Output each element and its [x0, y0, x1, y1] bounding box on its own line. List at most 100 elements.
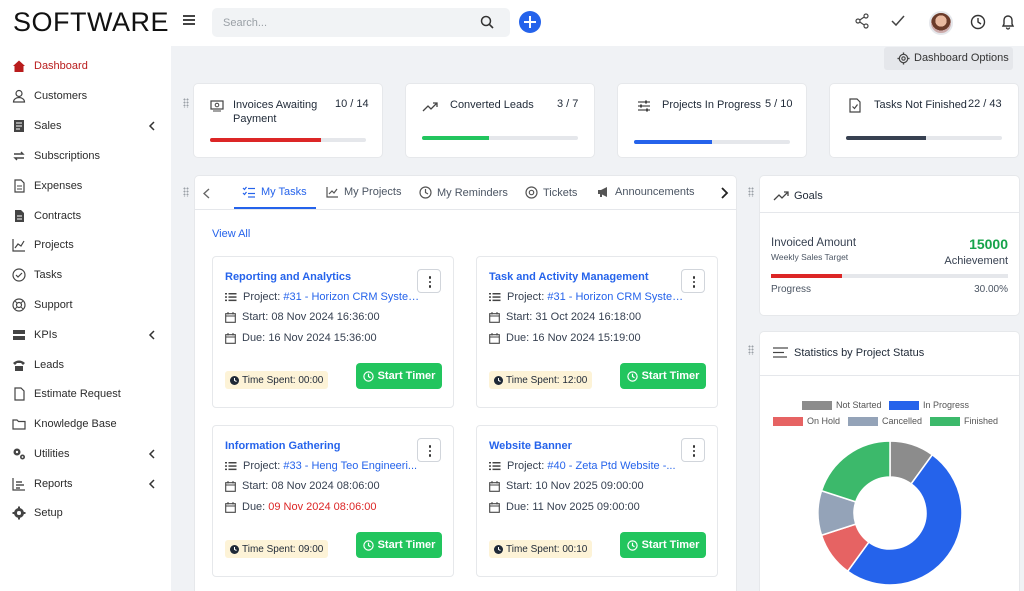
- drag-handle-icon[interactable]: [183, 187, 189, 197]
- clock-icon: [362, 539, 374, 551]
- checkmark-icon[interactable]: [891, 15, 905, 27]
- view-all-link[interactable]: View All: [212, 228, 250, 240]
- start-timer-button[interactable]: Start Timer: [356, 532, 442, 558]
- task-project-link[interactable]: #31 - Horizon CRM System...: [283, 291, 425, 303]
- task-project-link[interactable]: #40 - Zeta Ptd Website -...: [547, 460, 675, 472]
- menu-toggle-icon[interactable]: [183, 15, 195, 25]
- panel-tabs: My Tasks My Projects My Reminders Ticket…: [195, 176, 736, 210]
- sidebar-item-kpis[interactable]: KPIs: [0, 322, 171, 348]
- sidebar-item-knowledge-base[interactable]: Knowledge Base: [0, 411, 171, 437]
- tab-my-reminders[interactable]: My Reminders: [419, 186, 508, 199]
- task-start-row: Start: 31 Oct 2024 16:18:00: [489, 311, 689, 323]
- app-logo[interactable]: SOFTWARE: [13, 7, 169, 38]
- trending-up-icon: [422, 102, 438, 112]
- top-bar: SOFTWARE: [0, 0, 1024, 46]
- task-start-row: Start: 10 Nov 2025 09:00:00: [489, 480, 689, 492]
- share-icon[interactable]: [855, 13, 869, 29]
- goal-progress-fill: [771, 274, 843, 278]
- bell-icon[interactable]: [1001, 14, 1015, 30]
- align-left-icon: [773, 347, 788, 358]
- sidebar-item-utilities[interactable]: Utilities: [0, 441, 171, 467]
- more-options-button[interactable]: [417, 438, 441, 462]
- search-input[interactable]: [212, 8, 472, 37]
- more-options-button[interactable]: [681, 438, 705, 462]
- clock-icon[interactable]: [970, 14, 986, 30]
- checklist-icon: [242, 186, 255, 198]
- chevron-left-icon: [148, 449, 155, 459]
- chevron-right-icon[interactable]: [721, 187, 729, 199]
- kpi-card-tasks-not-finished: Tasks Not Finished 22 / 43: [830, 84, 1018, 157]
- goal-value: 15000: [969, 236, 1008, 252]
- tab-tickets[interactable]: Tickets: [525, 186, 577, 199]
- task-start-row: Start: 08 Nov 2024 16:36:00: [225, 311, 425, 323]
- more-options-button[interactable]: [417, 269, 441, 293]
- sidebar-item-leads[interactable]: Leads: [0, 352, 171, 378]
- kpi-card-invoices: Invoices Awaiting Payment 10 / 14: [194, 84, 382, 157]
- task-due-row: Due: 09 Nov 2024 08:06:00: [225, 501, 425, 513]
- sidebar-item-subscriptions[interactable]: Subscriptions: [0, 143, 171, 169]
- sidebar-item-expenses[interactable]: Expenses: [0, 173, 171, 199]
- kpi-card-projects-in-progress: Projects In Progress 5 / 10: [618, 84, 806, 157]
- sidebar-item-estimate-request[interactable]: Estimate Request: [0, 381, 171, 407]
- kpi-progress-bar: [210, 138, 366, 142]
- legend-item[interactable]: In Progress: [889, 400, 969, 410]
- task-start-row: Start: 08 Nov 2024 08:06:00: [225, 480, 425, 492]
- sidebar-item-support[interactable]: Support: [0, 292, 171, 318]
- start-timer-button[interactable]: Start Timer: [620, 363, 706, 389]
- legend-item[interactable]: Finished: [930, 416, 998, 426]
- add-new-button[interactable]: [519, 11, 541, 33]
- task-project-link[interactable]: #33 - Heng Teo Engineeri...: [283, 460, 417, 472]
- sidebar-item-setup[interactable]: Setup: [0, 500, 171, 526]
- tab-my-projects[interactable]: My Projects: [326, 186, 401, 198]
- task-card: Website Banner Project: #40 - Zeta Ptd W…: [476, 425, 718, 577]
- tab-my-tasks[interactable]: My Tasks: [242, 186, 307, 198]
- lifebuoy-icon: [12, 298, 26, 312]
- drag-handle-icon[interactable]: [183, 98, 189, 108]
- chart-icon: [12, 239, 25, 252]
- sidebar-item-tasks[interactable]: Tasks: [0, 262, 171, 288]
- drag-handle-icon[interactable]: [748, 187, 754, 197]
- clock-icon: [494, 375, 503, 385]
- time-spent-badge: Time Spent: 12:00: [489, 371, 593, 389]
- project-status-donut-chart: [817, 440, 963, 586]
- task-title[interactable]: Website Banner: [489, 440, 572, 452]
- task-project-link[interactable]: #31 - Horizon CRM System...: [547, 291, 689, 303]
- report-icon: [12, 478, 25, 491]
- gears-icon: [13, 448, 25, 460]
- start-timer-button[interactable]: Start Timer: [356, 363, 442, 389]
- dashboard-options-button[interactable]: Dashboard Options: [884, 47, 1013, 70]
- sidebar-item-sales[interactable]: Sales: [0, 113, 171, 139]
- sidebar-item-projects[interactable]: Projects: [0, 232, 171, 258]
- tab-announcements[interactable]: Announcements: [597, 186, 695, 198]
- legend-swatch: [773, 416, 803, 426]
- chart-icon: [326, 187, 338, 198]
- kpi-card-converted-leads: Converted Leads 3 / 7: [406, 84, 594, 157]
- search-icon[interactable]: [480, 15, 494, 29]
- donut-slice-finished[interactable]: [820, 440, 891, 503]
- clock-icon: [230, 375, 239, 385]
- calendar-icon: [489, 501, 500, 513]
- more-options-button[interactable]: [681, 269, 705, 293]
- legend-item[interactable]: Cancelled: [848, 416, 922, 426]
- sidebar-item-contracts[interactable]: Contracts: [0, 203, 171, 229]
- avatar[interactable]: [929, 11, 953, 35]
- megaphone-icon: [598, 187, 607, 197]
- check-circle-icon: [12, 268, 26, 282]
- user-icon: [12, 89, 26, 103]
- legend-item[interactable]: Not Started: [802, 400, 882, 410]
- sidebar-item-reports[interactable]: Reports: [0, 471, 171, 497]
- clock-icon: [362, 370, 374, 382]
- task-title[interactable]: Information Gathering: [225, 440, 341, 452]
- task-title[interactable]: Task and Activity Management: [489, 271, 649, 283]
- start-timer-button[interactable]: Start Timer: [620, 532, 706, 558]
- goals-title: Goals: [794, 190, 823, 202]
- calendar-icon: [225, 480, 236, 492]
- goals-panel: Goals Invoiced Amount Weekly Sales Targe…: [760, 176, 1019, 315]
- chevron-left-icon[interactable]: [203, 188, 210, 199]
- sidebar-item-customers[interactable]: Customers: [0, 83, 171, 109]
- drag-handle-icon[interactable]: [748, 345, 754, 355]
- task-due-row: Due: 16 Nov 2024 15:19:00: [489, 332, 689, 344]
- task-title[interactable]: Reporting and Analytics: [225, 271, 351, 283]
- sidebar-item-dashboard[interactable]: Dashboard: [0, 53, 171, 79]
- legend-item[interactable]: On Hold: [773, 416, 840, 426]
